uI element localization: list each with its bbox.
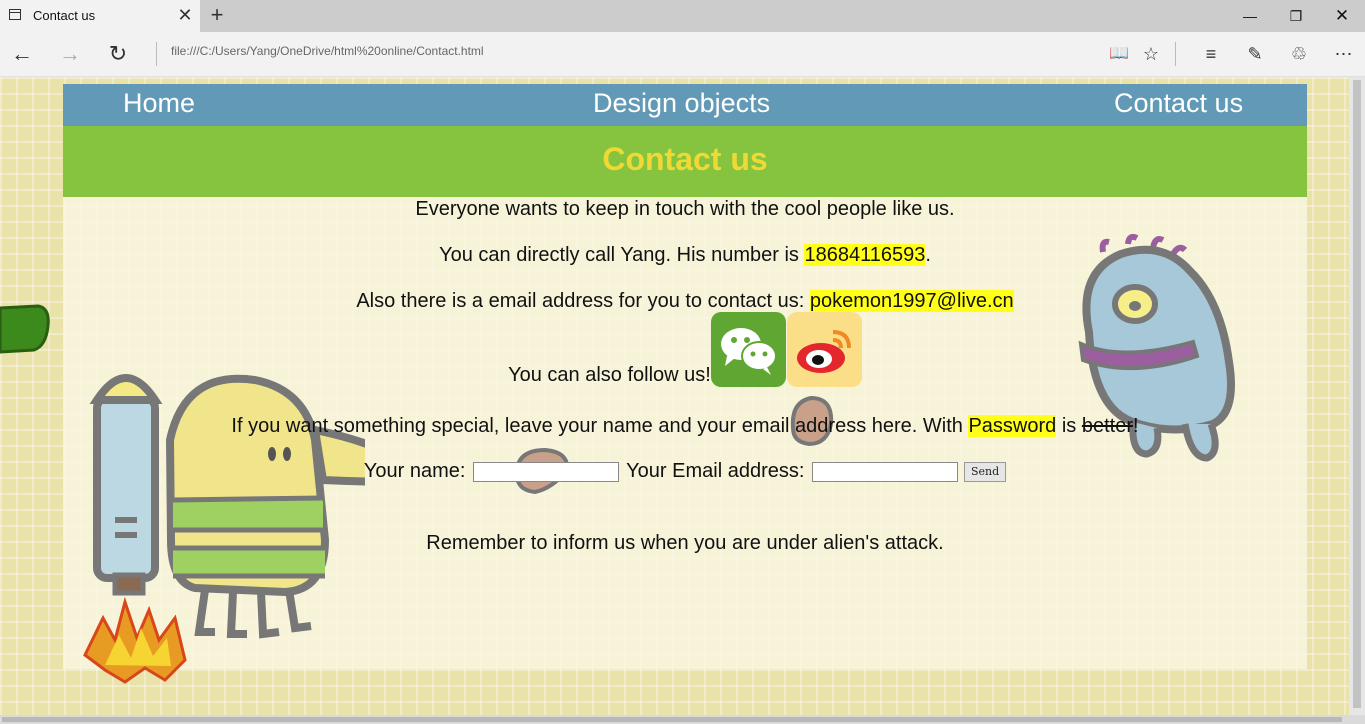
web-note-icon[interactable]: ✎ [1241, 40, 1269, 68]
content-container: Home Design objects Contact us Contact u… [63, 84, 1307, 684]
share-icon[interactable]: ♲ [1285, 40, 1313, 68]
name-label: Your name: [363, 460, 471, 482]
page-viewport: Home Design objects Contact us Contact u… [0, 77, 1349, 715]
follow-paragraph: You can also follow us! [63, 312, 1307, 394]
url-field[interactable]: file:///C:/Users/Yang/OneDrive/html%20on… [171, 44, 484, 58]
follow-text: You can also follow us! [508, 364, 711, 386]
tab-title: Contact us [33, 8, 96, 23]
favorite-star-icon[interactable]: ☆ [1137, 40, 1165, 68]
restore-icon[interactable]: ❐ [1273, 0, 1319, 32]
nav-bar: Home Design objects Contact us [63, 84, 1307, 126]
page-banner: Contact us [63, 126, 1307, 197]
better-struck: better [1081, 415, 1133, 437]
email-address: pokemon1997@live.cn [809, 290, 1014, 312]
wechat-icon[interactable] [710, 312, 786, 387]
password-highlight: Password [968, 415, 1057, 437]
toolbar-divider [1175, 42, 1176, 66]
horizontal-scrollbar[interactable] [0, 715, 1365, 724]
title-bar: Contact us ✕ + — ❐ ✕ [0, 0, 1365, 32]
close-tab-icon[interactable]: ✕ [175, 4, 195, 26]
special-paragraph: If you want something special, leave you… [63, 415, 1307, 438]
send-button[interactable]: Send [963, 461, 1007, 482]
green-platform-illustration [0, 304, 50, 354]
back-arrow-icon[interactable]: ← [8, 40, 36, 68]
address-bar: ← → ↻ file:///C:/Users/Yang/OneDrive/htm… [0, 32, 1365, 77]
email-prefix: Also there is a email address for you to… [356, 290, 810, 312]
email-label: Your Email address: [620, 460, 810, 482]
address-divider [156, 42, 157, 66]
email-input[interactable] [811, 461, 958, 482]
contact-form: Your name: Your Email address: Send [63, 460, 1307, 483]
refresh-icon[interactable]: ↻ [104, 40, 132, 68]
vertical-scrollbar[interactable] [1349, 77, 1365, 715]
reading-view-icon[interactable]: 📖 [1105, 40, 1133, 68]
email-paragraph: Also there is a email address for you to… [63, 290, 1307, 313]
tab-page-icon [9, 9, 21, 20]
minimize-icon[interactable]: — [1227, 0, 1273, 32]
closing-text: Remember to inform us when you are under… [426, 532, 944, 554]
forward-arrow-icon[interactable]: → [56, 40, 84, 68]
horizontal-scroll-thumb[interactable] [2, 717, 1342, 722]
phone-number: 18684116593 [804, 244, 926, 266]
nav-contact-link[interactable]: Contact us [1114, 88, 1243, 119]
vertical-scroll-thumb[interactable] [1353, 80, 1361, 708]
phone-prefix: You can directly call Yang. His number i… [439, 244, 805, 266]
special-prefix: If you want something special, leave you… [231, 415, 969, 437]
special-mid: is [1056, 415, 1082, 437]
more-icon[interactable]: ⋯ [1330, 40, 1358, 68]
hub-icon[interactable]: ≡ [1197, 40, 1225, 68]
phone-paragraph: You can directly call Yang. His number i… [63, 244, 1307, 267]
nav-design-objects-link[interactable]: Design objects [593, 88, 770, 119]
nav-home-link[interactable]: Home [123, 88, 195, 119]
name-input[interactable] [472, 461, 619, 482]
browser-tab[interactable]: Contact us ✕ [0, 0, 200, 32]
intro-text: Everyone wants to keep in touch with the… [415, 198, 955, 220]
window-close-icon[interactable]: ✕ [1319, 0, 1365, 32]
page-title: Contact us [602, 141, 768, 177]
phone-suffix: . [925, 244, 931, 266]
special-suffix: ! [1133, 415, 1139, 437]
weibo-icon[interactable] [786, 312, 862, 387]
new-tab-icon[interactable]: + [206, 4, 228, 26]
